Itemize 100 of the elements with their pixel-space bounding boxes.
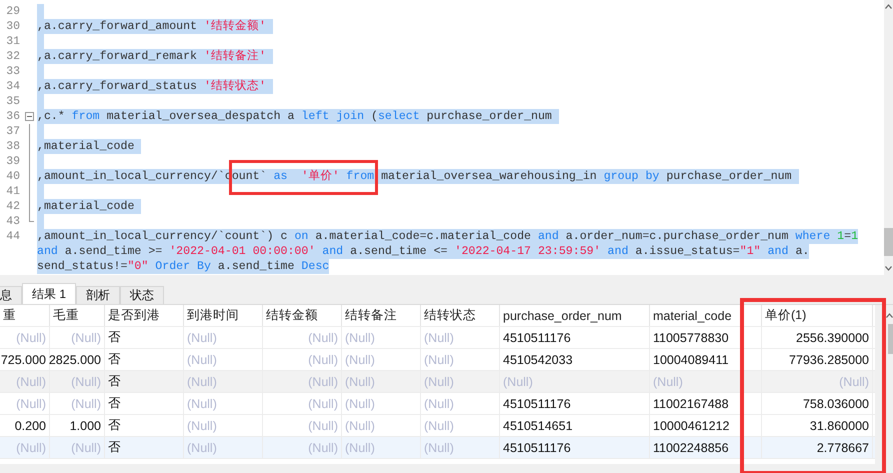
table-cell: (Null) [421, 349, 500, 370]
table-cell: (Null) [184, 415, 263, 436]
column-header[interactable]: 是否到港 [105, 305, 184, 326]
table-cell: 2.778667 [762, 437, 873, 458]
table-cell: 否 [105, 349, 184, 370]
line-number: 32 [5, 50, 20, 63]
line-number: 29 [5, 5, 20, 18]
table-cell: (Null) [184, 437, 263, 458]
column-header[interactable]: 到港时间 [184, 305, 263, 326]
tab[interactable]: 息 [0, 286, 22, 304]
selection-mark [37, 4, 44, 19]
table-cell: 11002167488 [650, 393, 762, 414]
table-cell: 77936.285000 [762, 349, 873, 370]
table-cell: (Null) [50, 393, 105, 414]
table-row[interactable]: (Null) (Null) 否 (Null) (Null) (Null) (Null) 4510511176 11005778830 2556.390000 [0, 327, 875, 349]
scrollbar[interactable] [884, 0, 893, 275]
table-cell: (Null) [263, 327, 342, 348]
table-cell: (Null) [263, 415, 342, 436]
table-row[interactable]: (Null) (Null) 否 (Null) (Null) (Null) (Null) 4510511176 11002248856 2.778667 [0, 437, 875, 459]
line-number: 44 [5, 230, 20, 243]
horizontal-scrollbar[interactable] [0, 464, 893, 473]
table-cell: (Null) [184, 349, 263, 370]
table-cell: (Null) [421, 393, 500, 414]
table-cell: (Null) [263, 349, 342, 370]
column-header[interactable]: 结转状态 [421, 305, 500, 326]
table-cell: (Null) [0, 371, 50, 392]
column-header[interactable]: material_code [650, 305, 762, 326]
line-number: 30 [5, 20, 20, 33]
table-cell: (Null) [184, 327, 263, 348]
table-cell: 2825.000 [50, 349, 105, 370]
table-cell: (Null) [342, 415, 421, 436]
line-number: 43 [5, 215, 20, 228]
line-number: 36 [5, 110, 20, 123]
table-cell: (Null) [342, 437, 421, 458]
table-cell: (Null) [421, 327, 500, 348]
table-cell: (Null) [263, 437, 342, 458]
table-cell: 0.200 [0, 415, 50, 436]
table-cell: 否 [105, 371, 184, 392]
tab[interactable]: 状态 [120, 286, 164, 304]
collapse-icon[interactable] [25, 112, 34, 121]
line-number: 35 [5, 95, 20, 108]
column-header[interactable]: 单价(1) [762, 305, 873, 326]
table-cell: (Null) [184, 393, 263, 414]
column-header[interactable]: 结转备注 [342, 305, 421, 326]
table-row[interactable]: 0.200 1.000 否 (Null) (Null) (Null) (Null) 4510514651 10000461212 31.860000 [0, 415, 875, 437]
table-row[interactable]: 725.000 2825.000 否 (Null) (Null) (Null) (Null) 4510542033 10004089411 77936.285000 [0, 349, 875, 371]
table-cell: (Null) [50, 437, 105, 458]
table-cell: (Null) [0, 437, 50, 458]
line-number: 38 [5, 140, 20, 153]
table-cell: (Null) [650, 371, 762, 392]
table-cell: 11002248856 [650, 437, 762, 458]
table-cell: 758.036000 [762, 393, 873, 414]
table-cell: 725.000 [0, 349, 50, 370]
table-cell: (Null) [762, 371, 873, 392]
table-cell: (Null) [421, 437, 500, 458]
table-cell: 10004089411 [650, 349, 762, 370]
line-number: 40 [5, 170, 20, 183]
line-number: 33 [5, 65, 20, 78]
tab[interactable]: 剖析 [76, 286, 120, 304]
table-cell: (Null) [50, 327, 105, 348]
table-cell: 4510511176 [500, 327, 650, 348]
table-cell: 否 [105, 415, 184, 436]
table-cell: 否 [105, 437, 184, 458]
table-cell: (Null) [263, 393, 342, 414]
table-cell: 4510514651 [500, 415, 650, 436]
scroll-up-icon[interactable] [886, 313, 893, 318]
table-cell: 4510511176 [500, 393, 650, 414]
table-cell: (Null) [421, 415, 500, 436]
line-number: 42 [5, 200, 20, 213]
column-header[interactable]: 结转金额 [263, 305, 342, 326]
table-cell: 1.000 [50, 415, 105, 436]
column-header[interactable]: 重 [0, 305, 50, 326]
table-row[interactable]: (Null) (Null) 否 (Null) (Null) (Null) (Null) (Null) (Null) (Null) [0, 371, 875, 393]
table-cell: (Null) [50, 371, 105, 392]
table-cell: (Null) [184, 371, 263, 392]
table-cell: 否 [105, 393, 184, 414]
line-number: 31 [5, 35, 20, 48]
table-cell: 31.860000 [762, 415, 873, 436]
table-row[interactable]: (Null) (Null) 否 (Null) (Null) (Null) (Null) 4510511176 11002167488 758.036000 [0, 393, 875, 415]
column-header[interactable]: 毛重 [50, 305, 105, 326]
line-number: 34 [5, 80, 20, 93]
table-cell: (Null) [342, 349, 421, 370]
table-cell: 2556.390000 [762, 327, 873, 348]
table-cell: (Null) [342, 327, 421, 348]
scroll-thumb[interactable] [884, 228, 893, 256]
scroll-thumb[interactable] [888, 324, 893, 354]
scroll-down-icon[interactable] [885, 266, 892, 271]
table-cell: 否 [105, 327, 184, 348]
table-cell: (Null) [342, 371, 421, 392]
tab[interactable]: 结果 1 [22, 283, 76, 304]
line-number: 37 [5, 125, 20, 138]
table-cell: 11005778830 [650, 327, 762, 348]
table-cell: (Null) [0, 393, 50, 414]
table-cell: (Null) [500, 371, 650, 392]
table-cell: 4510511176 [500, 437, 650, 458]
column-header[interactable]: purchase_order_num [500, 305, 650, 326]
table-cell: (Null) [421, 371, 500, 392]
table-cell: 4510542033 [500, 349, 650, 370]
scroll-up-icon[interactable] [885, 4, 892, 9]
line-number: 39 [5, 155, 20, 168]
